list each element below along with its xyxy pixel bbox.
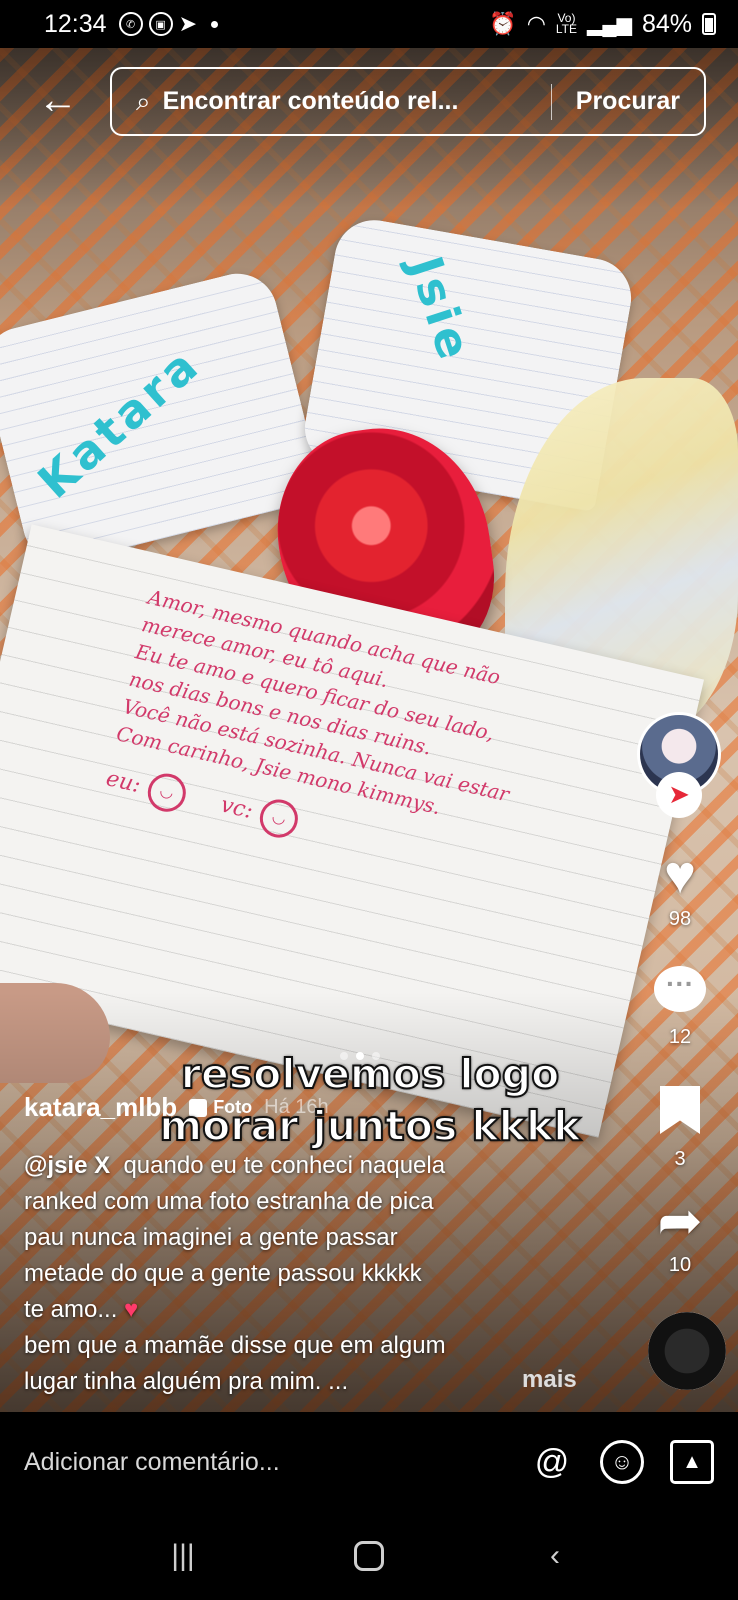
comment-count: 12 [668, 1026, 692, 1048]
image-icon[interactable]: ▲ [670, 1440, 714, 1484]
status-time: 12:34 [44, 9, 107, 38]
volte-indicator: Vo) LTE [555, 12, 578, 36]
emoji-icon[interactable]: ☺ [600, 1440, 644, 1484]
bookmark-icon [660, 1086, 700, 1134]
note-eu-label: eu: [103, 766, 144, 799]
comment-bubble-icon: ··· [654, 966, 706, 1012]
mention-tag[interactable]: @jsie X [24, 1152, 110, 1179]
caption-line: lugar tinha alguém pra mim. ... [24, 1368, 349, 1395]
telegram-icon: ➤ [178, 11, 197, 36]
caption-line: bem que a mamãe disse que em algum [24, 1332, 446, 1359]
battery-icon [702, 13, 716, 35]
comment-button[interactable]: ··· 12 [640, 966, 720, 1049]
caption-line: ranked com uma foto estranha de pica [24, 1188, 434, 1215]
status-bar: 12:34 ✆ ▣ ➤ ⏰ ◠ Vo) LTE ▂▄▆ 84% [0, 0, 738, 48]
share-count: 10 [668, 1254, 692, 1276]
note-vc-label: vc: [218, 792, 256, 825]
battery-percent: 84% [641, 9, 692, 38]
paper-heart-left: Katara [0, 265, 325, 571]
post-description[interactable]: @jsie X quando eu te conheci naquela ran… [24, 1148, 584, 1400]
caption-line: pau nunca imaginei a gente passar [24, 1224, 398, 1251]
home-icon[interactable] [339, 1541, 399, 1571]
smiley-face-icon: ◡ [143, 769, 190, 816]
share-arrow-icon: ➦ [657, 1191, 703, 1251]
heart-left-text: Katara [27, 336, 211, 509]
comment-bar: Adicionar comentário... @ ☺ ▲ [0, 1412, 738, 1512]
volte-bottom: LTE [555, 22, 578, 36]
media-icon: ▣ [148, 12, 173, 36]
wifi-icon: ◠ [526, 11, 546, 36]
smiley-face-icon: ◡ [255, 795, 302, 842]
recent-apps-icon[interactable]: ||| [153, 1539, 213, 1573]
heart-emoji-icon: ♥ [124, 1296, 139, 1323]
like-count: 98 [668, 908, 692, 930]
heart-right-text: Jsie [398, 249, 483, 369]
more-link[interactable]: mais [522, 1366, 577, 1394]
caption-line: te amo... [24, 1296, 118, 1323]
search-button[interactable]: Procurar [552, 87, 704, 116]
back-arrow-icon[interactable]: ← [38, 80, 82, 124]
caption-line: quando eu te conheci naquela [123, 1152, 446, 1179]
sound-disc[interactable] [648, 1312, 726, 1390]
system-nav-bar: ||| ‹ [0, 1512, 738, 1600]
search-bar[interactable]: ⌕ Encontrar conteúdo rel... Procurar [110, 67, 706, 136]
save-count: 3 [674, 1148, 686, 1170]
save-button[interactable]: 3 [640, 1086, 720, 1171]
follow-plus-icon[interactable]: ➤ [656, 772, 702, 818]
whatsapp-icon: ✆ [118, 12, 143, 36]
alarm-icon: ⏰ [489, 11, 517, 36]
overlay-caption: resolvemos logo morar juntos kkkk [158, 1049, 581, 1151]
back-nav-icon[interactable]: ‹ [525, 1539, 585, 1573]
signal-icon: ▂▄▆ [587, 13, 632, 36]
caption-line: metade do que a gente passou kkkkk [24, 1260, 422, 1287]
mention-at-icon[interactable]: @ [530, 1440, 574, 1484]
search-icon: ⌕ [136, 85, 151, 116]
share-button[interactable]: ➦ 10 [640, 1192, 720, 1277]
heart-icon: ♥ [663, 845, 697, 905]
notification-icons: ✆ ▣ ➤ [118, 11, 218, 37]
more-notifications-dot [211, 20, 218, 28]
like-button[interactable]: ♥ 98 [640, 846, 720, 931]
comment-input[interactable]: Adicionar comentário... [24, 1448, 504, 1477]
search-input[interactable]: Encontrar conteúdo rel... [163, 87, 551, 116]
